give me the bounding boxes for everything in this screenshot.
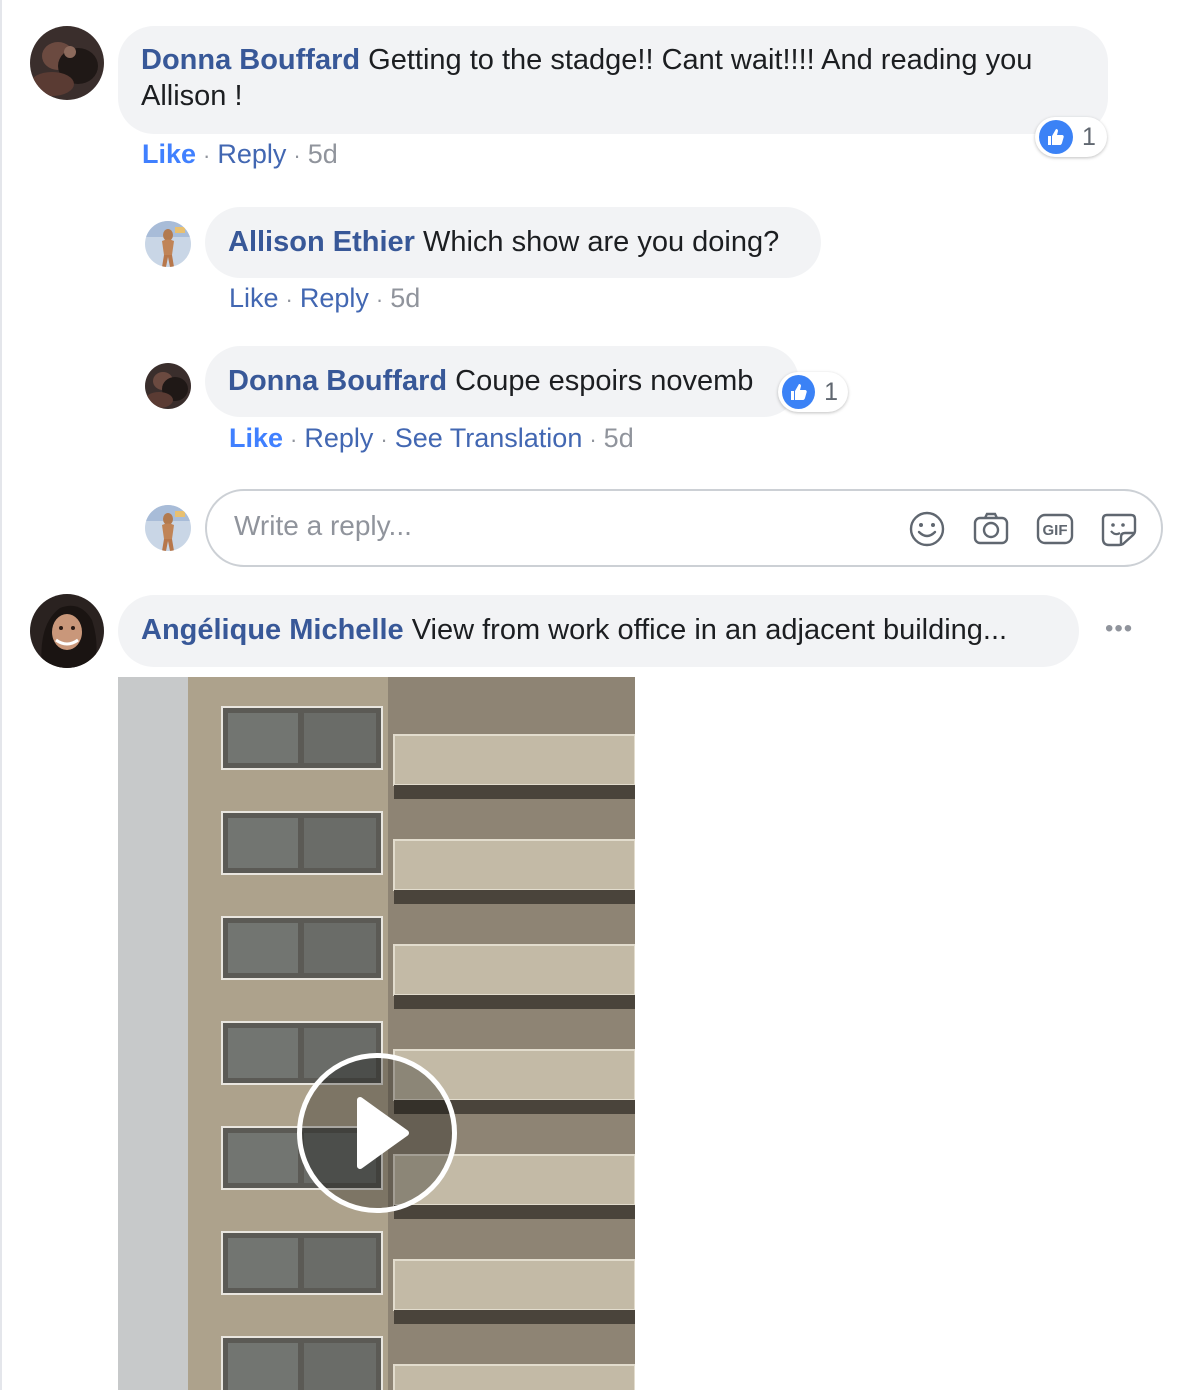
comment-time[interactable]: 5d — [604, 423, 634, 453]
comment-text: Getting to the stadge!! Cant wait!!!! An… — [368, 44, 1033, 76]
avatar[interactable] — [145, 363, 191, 409]
play-icon — [357, 1097, 409, 1169]
building-image — [118, 677, 635, 1390]
building-detail — [304, 713, 376, 763]
building-detail — [393, 1259, 635, 1311]
comment-time[interactable]: 5d — [308, 139, 338, 169]
building-detail — [228, 923, 298, 973]
see-translation-link[interactable]: See Translation — [395, 423, 583, 453]
building-detail — [393, 734, 635, 786]
building-detail — [394, 995, 635, 1009]
reply-link[interactable]: Reply — [300, 283, 369, 313]
comment-bubble: Donna Bouffard Coupe espoirs novemb — [205, 346, 799, 417]
building-detail — [228, 713, 298, 763]
building-detail — [228, 818, 298, 868]
comment-author[interactable]: Donna Bouffard — [141, 44, 360, 76]
building-detail — [393, 839, 635, 891]
sticker-icon[interactable] — [1099, 509, 1139, 549]
avatar[interactable] — [30, 594, 104, 668]
building-detail — [228, 1028, 298, 1078]
comment-bubble: Angélique Michelle View from work office… — [118, 595, 1079, 667]
building-detail — [228, 1238, 298, 1288]
building-detail — [394, 785, 635, 799]
building-detail — [228, 1343, 298, 1390]
avatar[interactable] — [30, 26, 104, 100]
video-thumbnail[interactable] — [118, 677, 635, 1390]
building-detail — [393, 1364, 635, 1390]
play-button[interactable] — [297, 1053, 457, 1213]
building-detail — [304, 818, 376, 868]
reply-placeholder: Write a reply... — [234, 510, 412, 541]
comment-text: View from work office in an adjacent bui… — [411, 614, 1008, 646]
reaction-count[interactable]: 1 — [1035, 117, 1107, 157]
building-detail — [304, 1238, 376, 1288]
comment-bubble: Allison Ethier Which show are you doing? — [205, 207, 821, 278]
avatar — [145, 505, 191, 551]
gif-icon[interactable]: GIF — [1035, 509, 1075, 549]
building-detail — [304, 1343, 376, 1390]
reply-link[interactable]: Reply — [304, 423, 373, 453]
comment-actions: Like · Reply · 5d — [229, 283, 421, 313]
thumbs-up-icon — [782, 375, 816, 409]
like-link[interactable]: Like — [142, 139, 196, 169]
building-detail — [228, 1133, 298, 1183]
comment-text: Which show are you doing? — [422, 226, 780, 258]
like-link[interactable]: Like — [229, 283, 279, 313]
comment-author[interactable]: Angélique Michelle — [141, 614, 404, 646]
comment-time[interactable]: 5d — [390, 283, 420, 313]
avatar[interactable] — [145, 221, 191, 267]
comment-author[interactable]: Donna Bouffard — [228, 365, 447, 397]
camera-icon[interactable] — [971, 509, 1011, 549]
thumbs-up-icon — [1039, 120, 1073, 154]
building-detail — [304, 923, 376, 973]
reaction-count[interactable]: 1 — [778, 372, 848, 412]
like-link[interactable]: Like — [229, 423, 283, 453]
reply-input[interactable]: Write a reply... GIF — [205, 489, 1163, 567]
gif-label: GIF — [1043, 522, 1068, 539]
reaction-count-value: 1 — [824, 377, 838, 406]
building-detail — [394, 890, 635, 904]
comment-actions: Like · Reply · 5d — [142, 139, 338, 169]
emoji-icon[interactable] — [907, 509, 947, 549]
building-detail — [394, 1310, 635, 1324]
comment-text-continued: Allison ! — [141, 80, 243, 112]
more-options-icon[interactable]: ••• — [1105, 615, 1133, 643]
comment-author[interactable]: Allison Ethier — [228, 226, 415, 258]
thread-divider — [0, 0, 2, 1390]
reply-link[interactable]: Reply — [217, 139, 286, 169]
comment-actions: Like · Reply · See Translation · 5d — [229, 423, 634, 453]
reaction-count-value: 1 — [1082, 122, 1096, 151]
building-detail — [393, 944, 635, 996]
comment-text: Coupe espoirs novemb — [455, 365, 754, 397]
comment-bubble: Donna Bouffard Getting to the stadge!! C… — [118, 26, 1108, 134]
